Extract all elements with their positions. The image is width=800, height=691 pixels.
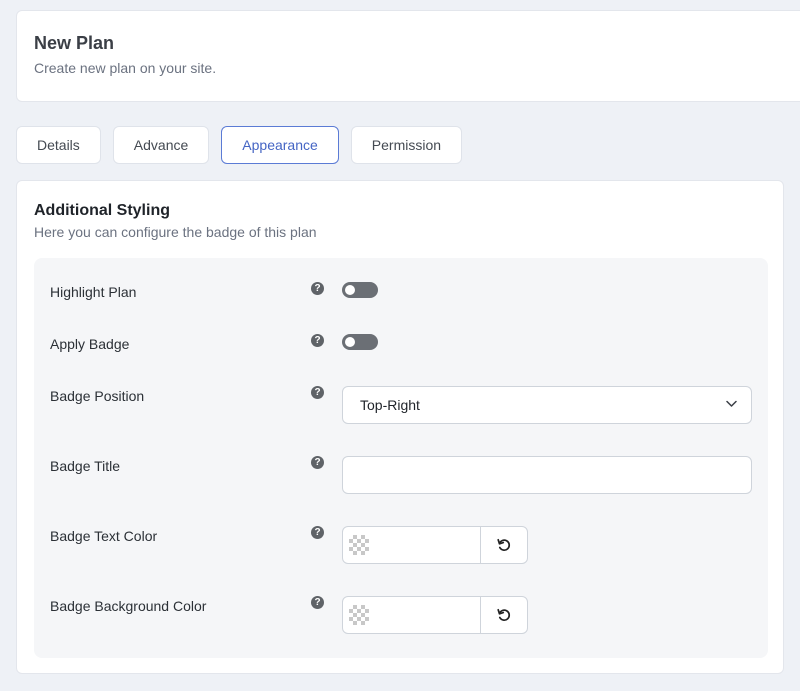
badge-title-label: Badge Title bbox=[50, 458, 121, 474]
badge-title-input[interactable] bbox=[342, 456, 752, 494]
tab-advance[interactable]: Advance bbox=[112, 126, 210, 164]
badge-text-color-label: Badge Text Color bbox=[50, 528, 158, 544]
toggle-knob bbox=[345, 337, 355, 347]
page-header: New Plan Create new plan on your site. bbox=[16, 10, 800, 102]
section-title: Additional Styling bbox=[34, 202, 170, 219]
toggle-knob bbox=[345, 285, 355, 295]
settings-panel: Highlight Plan ? Apply Badge ? Badge Pos… bbox=[34, 258, 768, 658]
help-icon[interactable]: ? bbox=[311, 526, 324, 539]
apply-badge-toggle[interactable] bbox=[342, 334, 378, 350]
badge-background-color-picker bbox=[342, 596, 528, 634]
tab-permission[interactable]: Permission bbox=[350, 126, 463, 164]
transparent-swatch bbox=[349, 535, 369, 555]
color-swatch-field[interactable] bbox=[343, 597, 481, 633]
tab-details[interactable]: Details bbox=[16, 126, 101, 164]
badge-position-value: Top-Right bbox=[360, 397, 420, 413]
help-icon[interactable]: ? bbox=[311, 334, 324, 347]
color-swatch-field[interactable] bbox=[343, 527, 481, 563]
reset-color-button[interactable] bbox=[481, 527, 527, 563]
transparent-swatch bbox=[349, 605, 369, 625]
chevron-down-icon bbox=[726, 400, 737, 407]
undo-icon bbox=[497, 608, 511, 621]
badge-text-color-picker bbox=[342, 526, 528, 564]
badge-background-color-label: Badge Background Color bbox=[50, 598, 207, 614]
badge-position-select[interactable]: Top-Right bbox=[342, 386, 752, 424]
help-icon[interactable]: ? bbox=[311, 386, 324, 399]
page-subtitle: Create new plan on your site. bbox=[34, 60, 217, 76]
appearance-card: Additional Styling Here you can configur… bbox=[16, 180, 784, 674]
reset-color-button[interactable] bbox=[481, 597, 527, 633]
undo-icon bbox=[497, 538, 511, 551]
apply-badge-label: Apply Badge bbox=[50, 336, 130, 352]
page-title: New Plan bbox=[34, 33, 115, 53]
help-icon[interactable]: ? bbox=[311, 596, 324, 609]
help-icon[interactable]: ? bbox=[311, 282, 324, 295]
help-icon[interactable]: ? bbox=[311, 456, 324, 469]
section-description: Here you can configure the badge of this… bbox=[34, 224, 317, 240]
highlight-plan-toggle[interactable] bbox=[342, 282, 378, 298]
badge-position-label: Badge Position bbox=[50, 388, 145, 404]
highlight-plan-label: Highlight Plan bbox=[50, 284, 137, 300]
plan-tabs: Details Advance Appearance Permission bbox=[16, 126, 474, 164]
tab-appearance[interactable]: Appearance bbox=[221, 126, 339, 164]
